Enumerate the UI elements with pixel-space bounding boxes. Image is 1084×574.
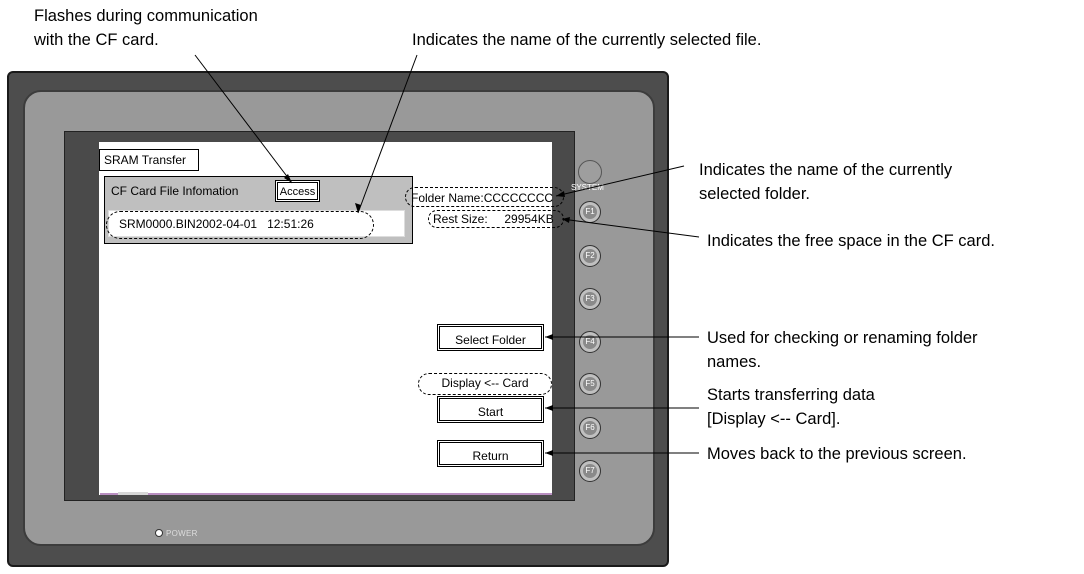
callout-line-access xyxy=(194,54,293,184)
arrowhead-rest xyxy=(562,217,570,223)
callout-lines xyxy=(194,54,700,456)
callout-line-file xyxy=(357,54,418,214)
arrowhead-select xyxy=(545,334,553,340)
arrowhead-start xyxy=(545,405,553,411)
callout-line-folder xyxy=(555,165,685,197)
arrowhead-return xyxy=(545,450,553,456)
arrowhead-access xyxy=(284,174,292,183)
callout-line-rest xyxy=(561,218,700,238)
arrowhead-folder xyxy=(556,191,565,197)
